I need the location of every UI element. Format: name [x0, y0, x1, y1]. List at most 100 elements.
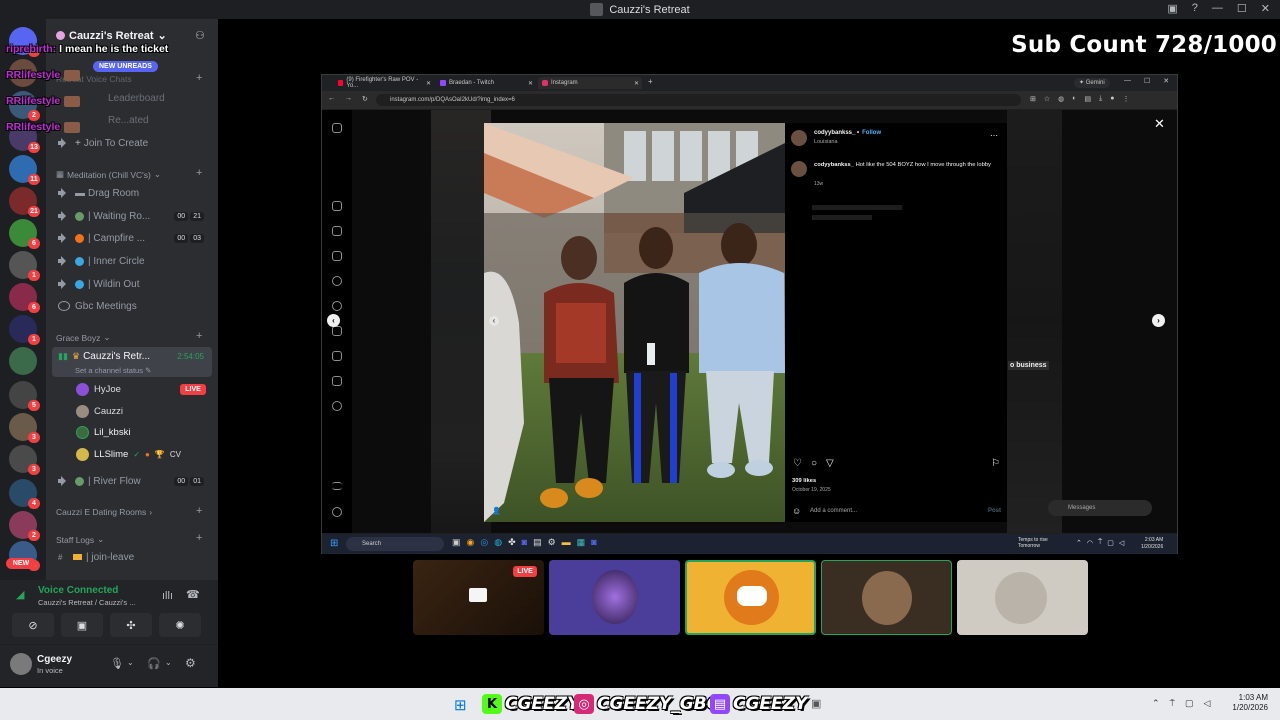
microphone-icon[interactable]: 🎙 — [110, 657, 124, 670]
new-unreads-pill[interactable]: NEW UNREADS — [93, 61, 158, 72]
url-bar[interactable]: instagram.com/p/DQAsOaI2kUd/?img_index=6 — [376, 94, 1021, 106]
channel-waiting-room[interactable]: | Waiting Ro... 00 21 — [58, 207, 208, 225]
prev-post-icon[interactable]: ‹ — [327, 314, 340, 327]
profile-icon[interactable]: ● — [1110, 95, 1114, 103]
add-channel-icon[interactable]: + — [196, 330, 202, 342]
maximize-button[interactable]: ☐ — [1144, 77, 1150, 85]
discord-icon[interactable]: ◙ — [522, 537, 527, 548]
close-icon[interactable]: ✕ — [1154, 116, 1165, 132]
user-tile[interactable] — [821, 560, 952, 635]
voice-user-hyjoe[interactable]: HyJoe — [76, 380, 121, 398]
discord-icon[interactable]: ◙ — [591, 537, 596, 548]
reload-icon[interactable]: ↻ — [362, 95, 368, 103]
channel-leaderboard[interactable]: Leaderboard — [58, 89, 208, 107]
screen-icon[interactable]: ▣ — [1167, 2, 1177, 15]
comment-icon[interactable]: ○ — [811, 458, 817, 469]
profile-icon[interactable] — [332, 401, 342, 411]
home-icon[interactable] — [332, 201, 342, 211]
post-author[interactable]: codyybankss_ • Follow — [814, 130, 881, 136]
taskbar-search[interactable]: Search — [346, 537, 444, 551]
instagram-logo-icon[interactable] — [332, 123, 342, 133]
install-icon[interactable]: ⊞ — [1030, 95, 1036, 103]
channel-drag-room[interactable]: ▬ Drag Room — [58, 184, 208, 202]
reels-icon[interactable] — [332, 226, 342, 236]
server-icon[interactable]: 5 — [9, 381, 40, 411]
like-count[interactable]: 309 likes — [792, 478, 816, 484]
server-icon[interactable]: 6 — [9, 219, 40, 249]
channel-join-leave[interactable]: # | join-leave — [58, 548, 208, 566]
edge-icon[interactable]: ◍ — [494, 537, 502, 548]
voice-user-cauzzi[interactable]: Cauzzi — [76, 402, 123, 420]
chevron-up-icon[interactable]: ⌃ — [1076, 539, 1082, 547]
server-icon[interactable]: 6 — [9, 283, 40, 313]
bookmark-icon[interactable]: ⚐ — [991, 458, 1000, 469]
user-name[interactable]: Cgeezy — [37, 654, 72, 665]
server-header[interactable]: Cauzzi's Retreat ⌄ — [56, 29, 167, 42]
minimize-button[interactable]: — — [1124, 77, 1131, 85]
maximize-button[interactable]: ☐ — [1237, 2, 1247, 15]
taskview-icon[interactable]: ▣ — [452, 537, 461, 548]
category-grace-boyz[interactable]: Grace Boyz ⌄ — [56, 332, 111, 343]
browser-tab-active[interactable]: Instagram ✕ — [538, 77, 642, 89]
back-icon[interactable]: ← — [328, 95, 335, 103]
user-tile[interactable] — [549, 560, 680, 635]
volume-icon[interactable]: ◁ — [1203, 698, 1210, 709]
channel-river-flow[interactable]: | River Flow 00 01 — [58, 472, 208, 490]
wifi-icon[interactable]: ◠ — [1087, 539, 1093, 547]
noise-suppression-icon[interactable]: ıllı — [162, 590, 173, 602]
windows-start-icon[interactable]: ⊞ — [454, 696, 467, 714]
tagged-users-icon[interactable]: 👤 — [492, 507, 501, 515]
more-menu-icon[interactable] — [332, 482, 342, 490]
add-channel-icon[interactable]: + — [196, 532, 202, 544]
channel-inner-circle[interactable]: | Inner Circle — [58, 252, 208, 270]
download-icon[interactable]: ⤓ — [1099, 95, 1102, 103]
screen-share-button[interactable]: ▣ — [61, 613, 103, 637]
server-icon[interactable]: 2 — [9, 511, 40, 541]
threads-icon[interactable] — [332, 507, 342, 517]
channel-wildin-out[interactable]: | Wildin Out — [58, 275, 208, 293]
windows-start-icon[interactable]: ⊞ — [330, 538, 338, 549]
server-icon[interactable]: 1 — [9, 315, 40, 345]
app-icon[interactable]: ✤ — [508, 537, 516, 548]
mic-icon[interactable]: ⍑ — [1170, 698, 1175, 709]
author-avatar[interactable] — [791, 130, 807, 146]
server-icon[interactable]: 4 — [9, 479, 40, 509]
category-dating-rooms[interactable]: Cauzzi E Dating Rooms › — [56, 507, 152, 517]
server-icon[interactable]: 3 — [9, 413, 40, 443]
sidebar-icon[interactable]: ▤ — [1085, 95, 1092, 103]
channel-campfire[interactable]: | Campfire ... 00 03 — [58, 229, 208, 247]
user-tile[interactable] — [957, 560, 1088, 635]
next-post-icon[interactable]: › — [1152, 314, 1165, 327]
server-icon[interactable]: 1 — [9, 251, 40, 281]
post-photo[interactable] — [484, 123, 785, 522]
menu-icon[interactable]: ⋮ — [1122, 95, 1129, 103]
dashboard-icon[interactable] — [332, 376, 342, 386]
voice-status[interactable]: Voice Connected — [38, 585, 118, 596]
folder-icon[interactable]: ▬ — [562, 537, 571, 548]
add-channel-icon[interactable]: + — [196, 167, 202, 179]
help-icon[interactable]: ? — [1192, 2, 1198, 15]
store-icon[interactable]: ▤ — [533, 537, 542, 548]
category-meditation[interactable]: ▦ Meditation (Chill VC's) ⌄ — [56, 169, 161, 180]
activities-button[interactable]: ✣ — [110, 613, 152, 637]
soundboard-button[interactable]: ✺ — [159, 613, 201, 637]
voice-user-llslime[interactable]: LLSlime ✓ ● 🏆 CV — [76, 445, 181, 463]
minimize-button[interactable]: — — [1212, 2, 1223, 15]
channel-join-to-create[interactable]: + Join To Create — [58, 134, 208, 152]
gear-icon[interactable]: ⚙ — [185, 656, 196, 670]
disconnect-icon[interactable]: ☎ — [186, 588, 200, 601]
user-avatar[interactable] — [10, 653, 32, 675]
headphones-icon[interactable]: 🎧 — [147, 657, 161, 670]
server-icon[interactable] — [9, 347, 37, 375]
chevron-down-icon[interactable]: ⌄ — [165, 658, 172, 667]
prev-image-icon[interactable]: ‹ — [489, 316, 499, 326]
display-icon[interactable]: ▢ — [1107, 539, 1114, 547]
share-icon[interactable]: ▽ — [826, 458, 834, 469]
comment-input[interactable]: Add a comment... — [810, 508, 857, 514]
add-channel-icon[interactable]: + — [196, 505, 202, 517]
extension-icon[interactable]: ◍ — [1058, 95, 1064, 103]
post-comment-button[interactable]: Post — [988, 508, 1001, 514]
browser-tab[interactable]: (9) Firefighter's Raw POV - Yo... ✕ — [334, 77, 434, 89]
category-staff-logs[interactable]: Staff Logs ⌄ — [56, 534, 104, 545]
add-member-icon[interactable]: ⚇ — [195, 29, 205, 42]
